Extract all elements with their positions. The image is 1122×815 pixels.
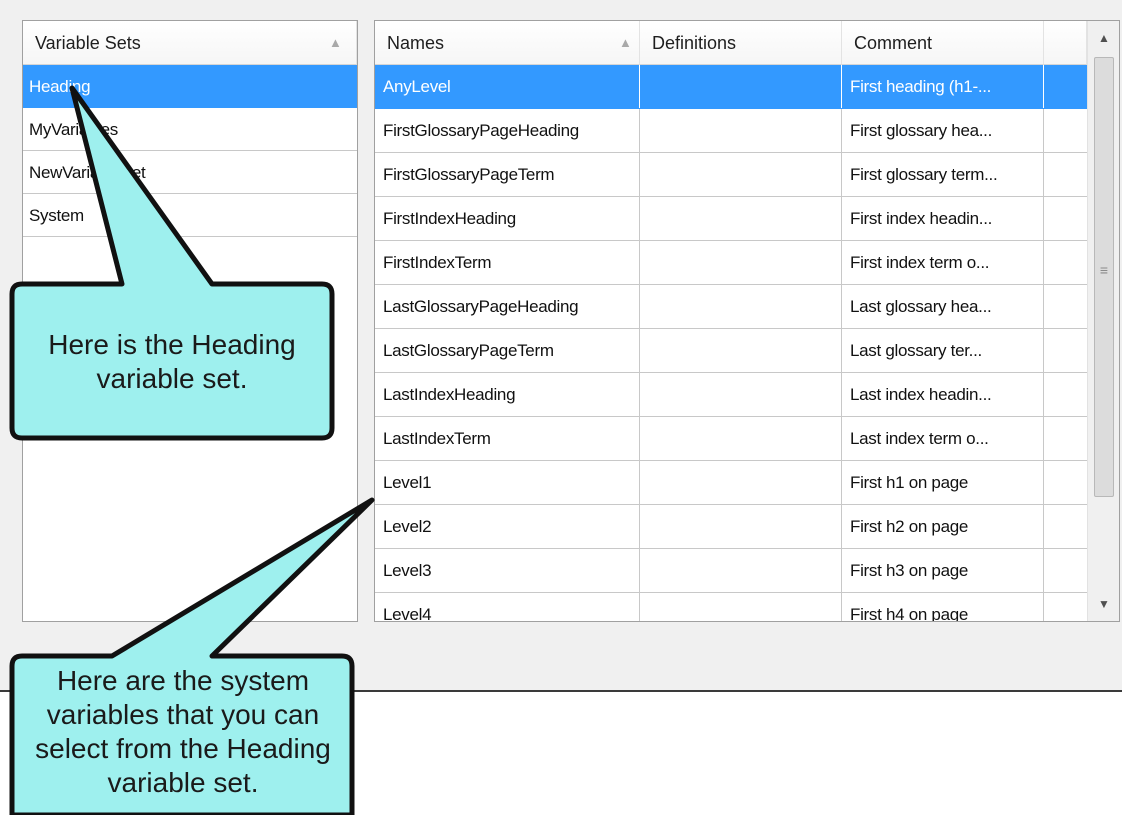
column-header-comment-label: Comment bbox=[854, 33, 933, 53]
variable-row[interactable]: FirstGlossaryPageHeading First glossary h… bbox=[375, 109, 1087, 153]
variable-comment-cell[interactable]: First h3 on page bbox=[842, 549, 1044, 592]
variable-name-cell[interactable]: Level1 bbox=[375, 461, 640, 504]
variable-definition-cell[interactable] bbox=[640, 461, 842, 504]
scrollbar-grip-icon: ≡ bbox=[1099, 262, 1109, 278]
variable-sets-header-label: Variable Sets bbox=[35, 33, 141, 53]
variable-set-item-label: System bbox=[29, 206, 84, 225]
variable-comment-cell[interactable]: First h4 on page bbox=[842, 593, 1044, 621]
column-header-names-label: Names bbox=[387, 33, 445, 53]
variable-definition-cell[interactable] bbox=[640, 197, 842, 240]
variable-comment-cell[interactable]: First heading (h1-... bbox=[842, 65, 1044, 108]
variable-set-item[interactable]: NewVariableSet bbox=[23, 151, 357, 194]
variable-row[interactable]: LastIndexHeading Last index headin... bbox=[375, 373, 1087, 417]
variables-grid-rows: AnyLevel First heading (h1-... FirstGlossa… bbox=[375, 65, 1087, 621]
variable-row[interactable]: Level4 First h4 on page bbox=[375, 593, 1087, 621]
variable-set-item-label: MyVariables bbox=[29, 120, 118, 139]
variable-comment-cell[interactable]: First h2 on page bbox=[842, 505, 1044, 548]
variable-definition-cell[interactable] bbox=[640, 505, 842, 548]
column-header-definitions-label: Definitions bbox=[652, 33, 737, 53]
scroll-up-button[interactable]: ▲ bbox=[1088, 21, 1119, 55]
variable-comment-cell[interactable]: Last glossary ter... bbox=[842, 329, 1044, 372]
variable-row[interactable]: Level3 First h3 on page bbox=[375, 549, 1087, 593]
variable-comment-cell[interactable]: Last index term o... bbox=[842, 417, 1044, 460]
variable-row[interactable]: Level1 First h1 on page bbox=[375, 461, 1087, 505]
variable-set-item[interactable]: Heading bbox=[23, 65, 357, 108]
variable-name-cell[interactable]: LastGlossaryPageTerm bbox=[375, 329, 640, 372]
scroll-up-arrow-icon: ▲ bbox=[1098, 31, 1110, 45]
scrollbar-thumb[interactable]: ≡ bbox=[1094, 57, 1114, 497]
variable-name-cell[interactable]: Level4 bbox=[375, 593, 640, 621]
scroll-down-button[interactable]: ▼ bbox=[1088, 587, 1119, 621]
variable-definition-cell[interactable] bbox=[640, 417, 842, 460]
variable-comment-cell[interactable]: Last index headin... bbox=[842, 373, 1044, 416]
variable-row[interactable]: LastGlossaryPageHeading Last glossary hea… bbox=[375, 285, 1087, 329]
variable-definition-cell[interactable] bbox=[640, 153, 842, 196]
variable-comment-cell[interactable]: Last glossary hea... bbox=[842, 285, 1044, 328]
column-header-names[interactable]: Names bbox=[375, 21, 640, 65]
variable-definition-cell[interactable] bbox=[640, 329, 842, 372]
scroll-down-arrow-icon: ▼ bbox=[1098, 597, 1110, 611]
variable-name-cell[interactable]: LastGlossaryPageHeading bbox=[375, 285, 640, 328]
column-header-filler bbox=[1044, 21, 1087, 65]
variable-row[interactable]: LastIndexTerm Last index term o... bbox=[375, 417, 1087, 461]
variable-definition-cell[interactable] bbox=[640, 241, 842, 284]
column-header-comment[interactable]: Comment bbox=[842, 21, 1044, 65]
variable-name-cell[interactable]: LastIndexTerm bbox=[375, 417, 640, 460]
variable-comment-cell[interactable]: First h1 on page bbox=[842, 461, 1044, 504]
variable-comment-cell[interactable]: First glossary hea... bbox=[842, 109, 1044, 152]
variable-definition-cell[interactable] bbox=[640, 285, 842, 328]
heading-callout-text: Here is the Heading variable set. bbox=[48, 329, 296, 394]
variable-row[interactable]: FirstIndexTerm First index term o... bbox=[375, 241, 1087, 285]
variable-definition-cell[interactable] bbox=[640, 593, 842, 621]
system-variables-callout-text: Here are the system variables that you c… bbox=[35, 665, 331, 798]
variable-name-cell[interactable]: FirstIndexTerm bbox=[375, 241, 640, 284]
variable-comment-cell[interactable]: First glossary term... bbox=[842, 153, 1044, 196]
variable-definition-cell[interactable] bbox=[640, 65, 842, 108]
variable-definition-cell[interactable] bbox=[640, 373, 842, 416]
variables-grid[interactable]: Names ▲ Definitions Comment AnyLevel Firs… bbox=[374, 20, 1120, 622]
variable-definition-cell[interactable] bbox=[640, 109, 842, 152]
variable-name-cell[interactable]: FirstGlossaryPageHeading bbox=[375, 109, 640, 152]
variable-name-cell[interactable]: AnyLevel bbox=[375, 65, 640, 108]
variable-sets-rows: Heading MyVariables NewVariableSet System bbox=[23, 65, 357, 237]
variable-comment-cell[interactable]: First index term o... bbox=[842, 241, 1044, 284]
variable-name-cell[interactable]: FirstGlossaryPageTerm bbox=[375, 153, 640, 196]
variable-row[interactable]: LastGlossaryPageTerm Last glossary ter... bbox=[375, 329, 1087, 373]
column-header-definitions[interactable]: Definitions bbox=[640, 21, 842, 65]
variable-set-item-label: Heading bbox=[29, 77, 91, 96]
variable-row[interactable]: AnyLevel First heading (h1-... bbox=[375, 65, 1087, 109]
variable-name-cell[interactable]: Level3 bbox=[375, 549, 640, 592]
variable-sets-list[interactable]: Variable Sets ▲ Heading MyVariables NewVar… bbox=[22, 20, 358, 622]
variable-name-cell[interactable]: Level2 bbox=[375, 505, 640, 548]
variable-set-item[interactable]: System bbox=[23, 194, 357, 237]
variable-comment-cell[interactable]: First index headin... bbox=[842, 197, 1044, 240]
variable-set-item[interactable]: MyVariables bbox=[23, 108, 357, 151]
variable-name-cell[interactable]: FirstIndexHeading bbox=[375, 197, 640, 240]
variable-name-cell[interactable]: LastIndexHeading bbox=[375, 373, 640, 416]
vertical-scrollbar[interactable]: ▲ ≡ ▼ bbox=[1087, 21, 1119, 621]
variable-row[interactable]: Level2 First h2 on page bbox=[375, 505, 1087, 549]
variable-row[interactable]: FirstGlossaryPageTerm First glossary term… bbox=[375, 153, 1087, 197]
sort-ascending-icon: ▲ bbox=[619, 35, 632, 50]
variable-sets-header[interactable]: Variable Sets bbox=[23, 21, 357, 65]
variable-definition-cell[interactable] bbox=[640, 549, 842, 592]
sort-ascending-icon: ▲ bbox=[329, 35, 342, 50]
variable-row[interactable]: FirstIndexHeading First index headin... bbox=[375, 197, 1087, 241]
variable-set-item-label: NewVariableSet bbox=[29, 163, 146, 182]
